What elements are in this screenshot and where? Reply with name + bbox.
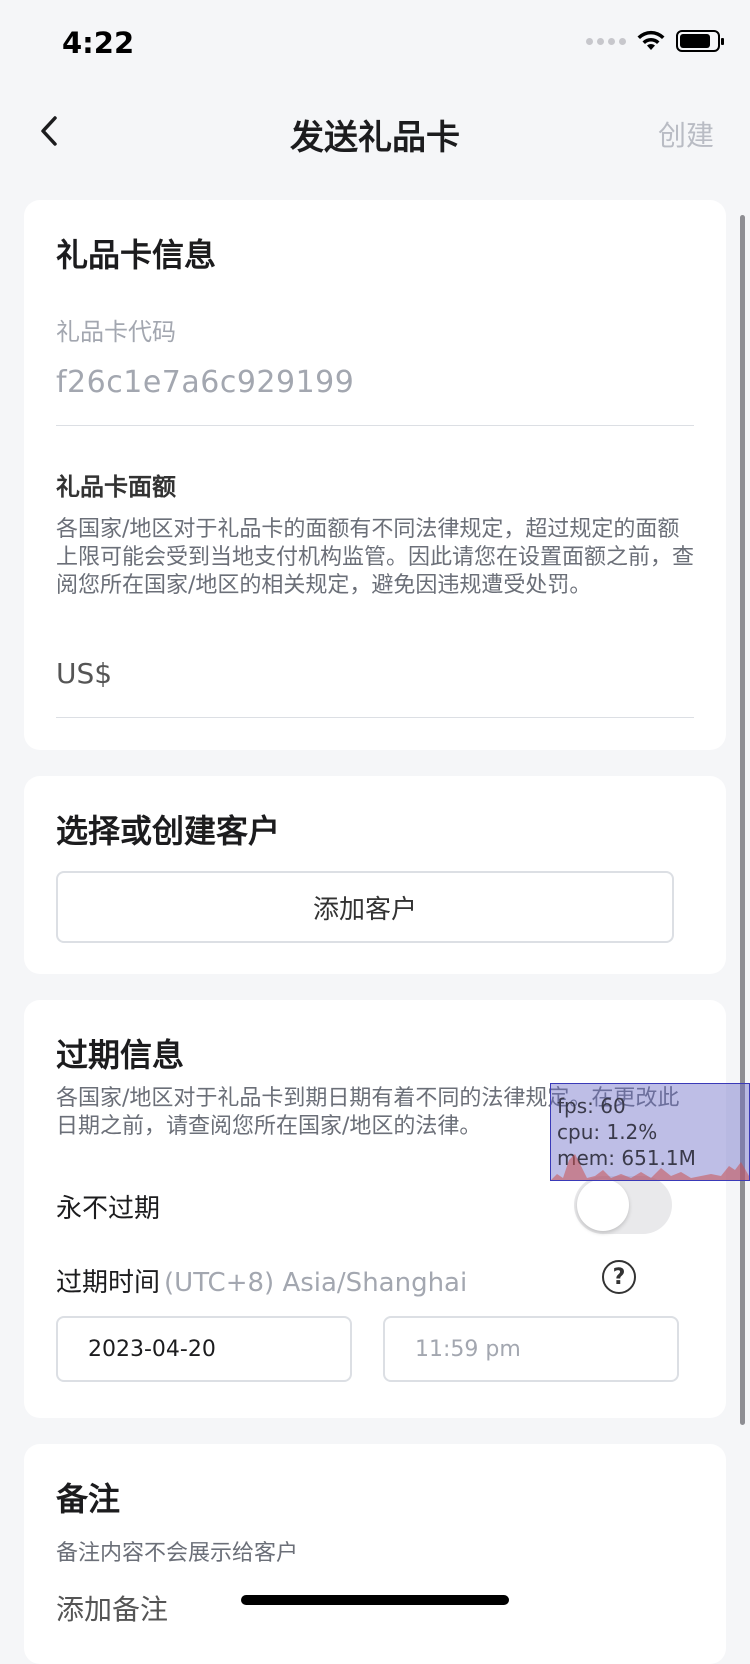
expire-time-label: 过期时间 (UTC+8) Asia/Shanghai [56,1262,467,1299]
customer-card: 选择或创建客户 添加客户 [24,776,726,974]
gift-card-amount-field[interactable]: US$ [56,657,112,690]
timezone-text: (UTC+8) Asia/Shanghai [164,1268,468,1298]
toggle-knob [577,1179,629,1231]
divider [56,425,694,426]
status-time: 4:22 [62,26,135,60]
home-indicator [241,1595,509,1605]
nav-bar: 发送礼品卡 创建 [0,90,750,176]
note-card: 备注 备注内容不会展示给客户 添加备注 [24,1444,726,1664]
gift-card-code-label: 礼品卡代码 [56,318,176,346]
note-input[interactable]: 添加备注 [56,1588,168,1628]
status-icons [586,30,724,52]
expiry-card: 过期信息 各国家/地区对于礼品卡到期日期有着不同的法律规定。在更改此日期之前，请… [24,1000,726,1418]
expiry-date-field[interactable]: 2023-04-20 [56,1316,352,1382]
fps-readout: fps: 60 [557,1094,626,1118]
gift-card-info-title: 礼品卡信息 [56,236,217,274]
performance-graph [551,1154,749,1180]
note-title: 备注 [56,1480,121,1518]
gift-card-amount-description: 各国家/地区对于礼品卡的面额有不同法律规定，超过规定的面额上限可能会受到当地支付… [56,517,695,598]
expiry-time-field[interactable]: 11:59 pm [383,1316,679,1382]
help-icon[interactable]: ? [602,1260,636,1294]
customer-section-title: 选择或创建客户 [56,812,281,850]
gift-card-info-card: 礼品卡信息 礼品卡代码 f26c1e7a6c929199 礼品卡面额 各国家/地… [24,200,726,750]
note-hint: 备注内容不会展示给客户 [56,1541,299,1566]
scrollbar[interactable] [740,215,745,1425]
divider [56,717,694,718]
never-expire-toggle[interactable] [574,1176,672,1234]
expire-time-text: 过期时间 [56,1268,161,1298]
battery-icon [676,30,724,52]
status-bar: 4:22 [0,0,750,90]
signal-icon [586,37,626,45]
add-customer-button[interactable]: 添加客户 [56,871,674,943]
create-button[interactable]: 创建 [658,114,714,154]
never-expire-label: 永不过期 [56,1194,161,1224]
performance-overlay: fps: 60 cpu: 1.2% mem: 651.1M [550,1083,750,1181]
page-title: 发送礼品卡 [290,118,460,158]
wifi-icon [637,30,665,50]
expiry-section-title: 过期信息 [56,1036,185,1074]
gift-card-code-field[interactable]: f26c1e7a6c929199 [56,365,354,400]
gift-card-amount-label: 礼品卡面额 [56,473,176,501]
